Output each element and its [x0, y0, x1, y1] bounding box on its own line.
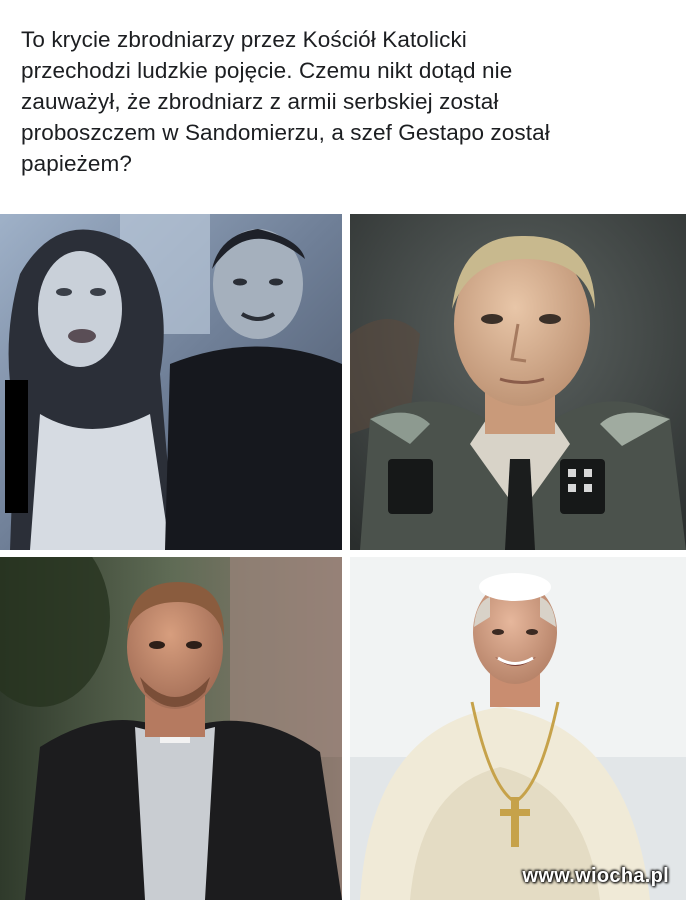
censor-bar	[5, 380, 28, 513]
photo-pope-vestments	[350, 557, 686, 900]
post-caption: To krycie zbrodniarzy przez Kościół Kato…	[21, 27, 550, 176]
photo-priest-jacket	[0, 557, 342, 900]
photo-officer-uniform	[350, 214, 686, 550]
site-watermark: www.wiocha.pl	[522, 865, 669, 887]
photo-film-still	[0, 214, 342, 550]
